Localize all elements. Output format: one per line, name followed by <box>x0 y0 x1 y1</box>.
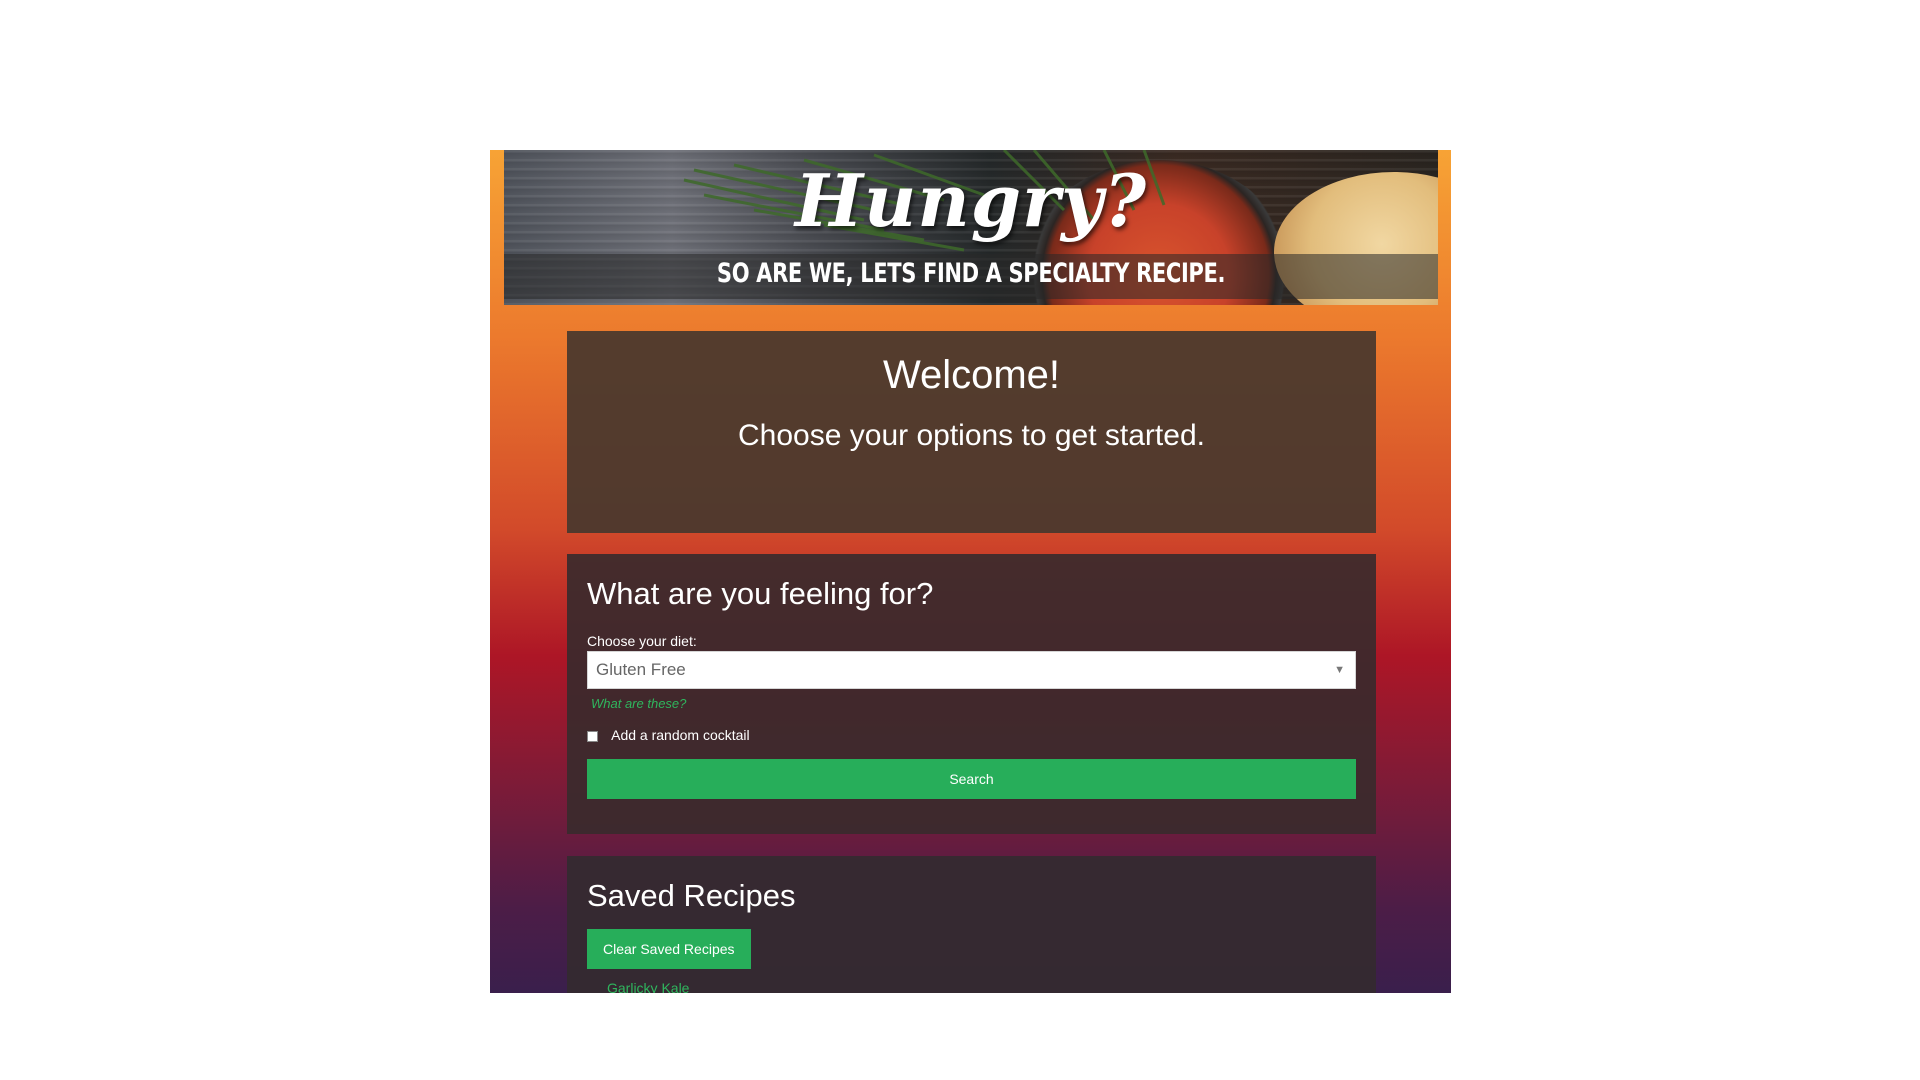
page-container: Hungry? SO ARE WE, LETS FIND A SPECIALTY… <box>490 150 1451 993</box>
search-form-heading: What are you feeling for? <box>587 576 934 611</box>
banner-subtitle: SO ARE WE, LETS FIND A SPECIALTY RECIPE. <box>716 258 1226 289</box>
cocktail-option: Add a random cocktail <box>587 727 750 743</box>
diet-help-link[interactable]: What are these? <box>591 696 686 711</box>
saved-recipes-heading: Saved Recipes <box>587 878 796 913</box>
search-button[interactable]: Search <box>587 759 1356 799</box>
cocktail-label[interactable]: Add a random cocktail <box>611 727 750 743</box>
welcome-card: Welcome! Choose your options to get star… <box>567 331 1376 533</box>
diet-select-value: Gluten Free <box>596 660 686 679</box>
chevron-down-icon: ▼ <box>1334 664 1345 676</box>
saved-recipe-link[interactable]: Garlicky Kale <box>607 980 689 993</box>
welcome-text: Choose your options to get started. <box>738 419 1205 452</box>
banner-title: Hungry? <box>794 158 1148 243</box>
welcome-heading: Welcome! <box>882 353 1061 397</box>
saved-recipes-card: Saved Recipes Clear Saved Recipes Garlic… <box>567 856 1376 993</box>
cocktail-checkbox[interactable] <box>587 730 598 742</box>
clear-saved-recipes-button[interactable]: Clear Saved Recipes <box>587 929 751 969</box>
header-banner: Hungry? SO ARE WE, LETS FIND A SPECIALTY… <box>504 150 1438 305</box>
search-form-card: What are you feeling for? Choose your di… <box>567 554 1376 834</box>
diet-label: Choose your diet: <box>587 633 697 649</box>
diet-select[interactable]: Gluten Free ▼ <box>587 651 1356 689</box>
